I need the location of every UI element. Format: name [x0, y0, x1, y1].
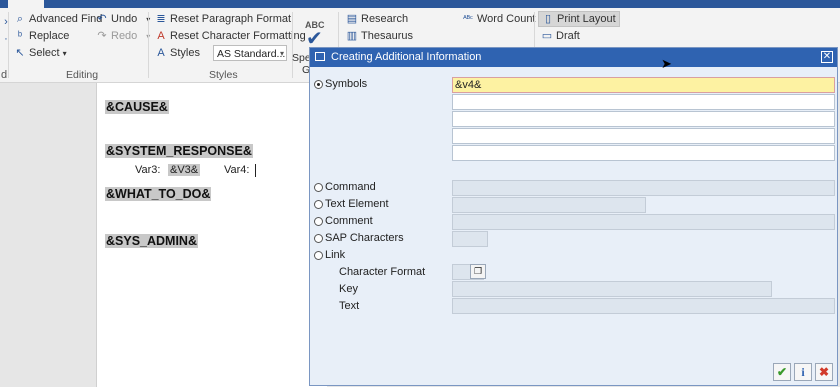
radio-command[interactable]: Command [314, 181, 376, 193]
select-button[interactable]: ↖ Select ▾ [14, 47, 67, 59]
styles-icon: A [157, 47, 165, 59]
radio-sap-characters[interactable]: SAP Characters [314, 232, 404, 244]
value-help-icon[interactable]: ❐ [470, 264, 486, 279]
info-button[interactable]: i [794, 363, 812, 381]
radio-button[interactable] [314, 233, 323, 243]
mouse-pointer-icon: ➤ [661, 56, 672, 71]
symbols-input-5[interactable] [452, 145, 835, 161]
radio-button[interactable] [314, 216, 323, 226]
radio-symbols[interactable]: Symbols [314, 78, 367, 90]
command-field [452, 180, 835, 196]
select-arrow-icon: ↖ [15, 47, 25, 59]
ribbon-separator [8, 12, 9, 78]
redo-icon: ↷ [97, 30, 107, 42]
cut-ribbon-item-2[interactable]: · [0, 33, 12, 45]
radio-link[interactable]: Link [314, 249, 345, 261]
document-page[interactable]: &CAUSE& &SYSTEM_RESPONSE& Var3: &V3& Var… [96, 83, 327, 387]
draft-icon: ▭ [541, 30, 553, 42]
replace-button[interactable]: ᵇ Replace [14, 30, 69, 42]
active-ribbon-tab[interactable] [8, 0, 44, 8]
paragraph-format-icon: ≣ [156, 13, 166, 25]
word-count-button[interactable]: ᴬᴮᶜ Word Count [462, 13, 535, 25]
advanced-find-button[interactable]: ⌕ Advanced Find [14, 13, 102, 25]
radio-button[interactable] [314, 182, 323, 192]
chevron-down-icon: ▾ [62, 48, 67, 58]
title-bar [0, 0, 840, 8]
eraser-icon: A [157, 30, 165, 42]
confirm-button[interactable]: ✔ [773, 363, 791, 381]
key-field [452, 281, 772, 297]
comment-field [452, 214, 835, 230]
radio-text-element[interactable]: Text Element [314, 198, 389, 210]
symbols-input-3[interactable] [452, 111, 835, 127]
ribbon-separator [148, 12, 149, 78]
undo-button[interactable]: ↶ Undo ▾ [96, 13, 150, 25]
key-label: Key [339, 283, 358, 295]
cut-ribbon-item-1[interactable]: › [0, 16, 12, 28]
style-dropdown[interactable]: AS Standard... ▾ [213, 45, 287, 61]
text-caret [255, 164, 256, 177]
var3-label: Var3: [135, 164, 161, 176]
reset-character-formatting-button[interactable]: A Reset Character Formatting [155, 30, 305, 42]
symbols-input-1[interactable]: &v4& [452, 77, 835, 93]
var4-label: Var4: [224, 164, 250, 176]
styles-group-label: Styles [209, 69, 238, 81]
var3-field[interactable]: &V3& [168, 164, 201, 176]
print-layout-button[interactable]: ▯ Print Layout [538, 11, 620, 27]
dialog-title-bar[interactable]: Creating Additional Information ✕ [310, 48, 837, 67]
research-icon: ▤ [346, 13, 358, 25]
cut-group-label: d [1, 69, 8, 81]
dialog-icon [315, 52, 325, 61]
dialog-title: Creating Additional Information [331, 51, 482, 63]
sys-admin-placeholder[interactable]: &SYS_ADMIN& [105, 234, 198, 248]
reset-paragraph-format-button[interactable]: ≣ Reset Paragraph Format [155, 13, 291, 25]
research-button[interactable]: ▤ Research [346, 13, 408, 25]
sap-characters-field [452, 231, 488, 247]
text-label: Text [339, 300, 360, 312]
symbols-input-4[interactable] [452, 128, 835, 144]
draft-button[interactable]: ▭ Draft [541, 30, 580, 42]
cause-placeholder[interactable]: &CAUSE& [105, 100, 169, 114]
replace-icon: ᵇ [17, 30, 23, 42]
undo-icon: ↶ [97, 13, 107, 25]
redo-button[interactable]: ↷ Redo ▾ [96, 30, 150, 42]
chevron-down-icon: ▾ [279, 49, 284, 58]
radio-button-selected[interactable] [314, 79, 323, 89]
radio-comment[interactable]: Comment [314, 215, 373, 227]
styles-button[interactable]: A Styles [155, 47, 200, 59]
system-response-placeholder[interactable]: &SYSTEM_RESPONSE& [105, 144, 253, 158]
cancel-button[interactable]: ✖ [815, 363, 833, 381]
print-layout-icon: ▯ [544, 13, 552, 25]
thesaurus-button[interactable]: ▥ Thesaurus [346, 30, 413, 42]
character-format-label: Character Format [339, 266, 426, 278]
dialog-body: Symbols &v4& Command Text Element Commen… [310, 67, 837, 385]
close-icon[interactable]: ✕ [821, 51, 833, 63]
what-to-do-placeholder[interactable]: &WHAT_TO_DO& [105, 187, 212, 201]
editing-group-label: Editing [66, 69, 99, 81]
word-count-icon: ᴬᴮᶜ [463, 14, 473, 23]
text-field [452, 298, 835, 314]
text-element-field [452, 197, 646, 213]
radio-button[interactable] [314, 199, 323, 209]
radio-button[interactable] [314, 250, 323, 260]
creating-additional-information-dialog: Creating Additional Information ✕ Symbol… [309, 47, 838, 386]
symbols-input-2[interactable] [452, 94, 835, 110]
thesaurus-icon: ▥ [346, 30, 358, 42]
search-icon: ⌕ [16, 13, 24, 25]
